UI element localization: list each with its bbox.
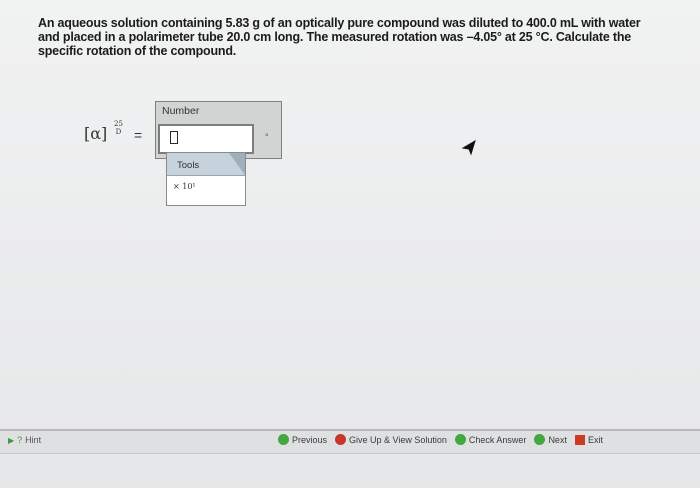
input-cursor-box (170, 131, 178, 144)
times-ten-tool[interactable]: × 10¹ (173, 182, 196, 191)
degree-unit: ° (265, 132, 269, 142)
equals-sign: = (134, 127, 143, 143)
hint-button[interactable]: ▶ ? Hint (8, 435, 41, 445)
next-icon (534, 434, 546, 445)
alpha-symbol: [α] (84, 124, 108, 143)
number-label: Number (162, 105, 200, 117)
give-up-button[interactable]: Give Up & View Solution (335, 434, 447, 445)
previous-label: Previous (292, 434, 328, 445)
question-text: An aqueous solution containing 5.83 g of… (38, 16, 641, 58)
exit-icon (574, 434, 585, 445)
next-label: Next (548, 434, 567, 445)
hint-label: Hint (25, 435, 42, 445)
tools-label: Tools (177, 160, 200, 171)
tools-tab[interactable]: Tools (167, 153, 245, 176)
wavelength-subscript: D (115, 128, 122, 136)
next-button[interactable]: Next (534, 434, 567, 445)
check-answer-label: Check Answer (468, 434, 527, 445)
exit-button[interactable]: Exit (574, 434, 603, 445)
screen: An aqueous solution containing 5.83 g of… (0, 0, 700, 488)
check-icon (454, 434, 466, 445)
question-icon: ? (17, 435, 23, 445)
play-arrow-icon: ▶ (8, 435, 15, 445)
tools-flag-icon (229, 153, 245, 175)
check-answer-button[interactable]: Check Answer (454, 434, 527, 445)
give-up-icon (335, 434, 347, 445)
specific-rotation-symbol: [α] 25 D (84, 120, 123, 143)
give-up-label: Give Up & View Solution (349, 434, 447, 445)
tools-panel: Tools × 10¹ (166, 152, 246, 206)
bottom-area (0, 453, 700, 488)
temperature-sub-sup: 25 D (114, 120, 123, 136)
temperature-superscript: 25 (114, 120, 123, 128)
navigation-buttons: Previous Give Up & View Solution Check A… (278, 434, 603, 445)
number-answer-panel: Number ° (155, 101, 282, 159)
status-bar: ▶ ? Hint Previous Give Up & View Solutio… (0, 431, 700, 453)
exit-label: Exit (587, 434, 603, 445)
mouse-pointer-icon (462, 140, 476, 156)
previous-button[interactable]: Previous (278, 434, 327, 445)
number-input[interactable] (158, 124, 254, 154)
previous-icon (278, 434, 289, 445)
